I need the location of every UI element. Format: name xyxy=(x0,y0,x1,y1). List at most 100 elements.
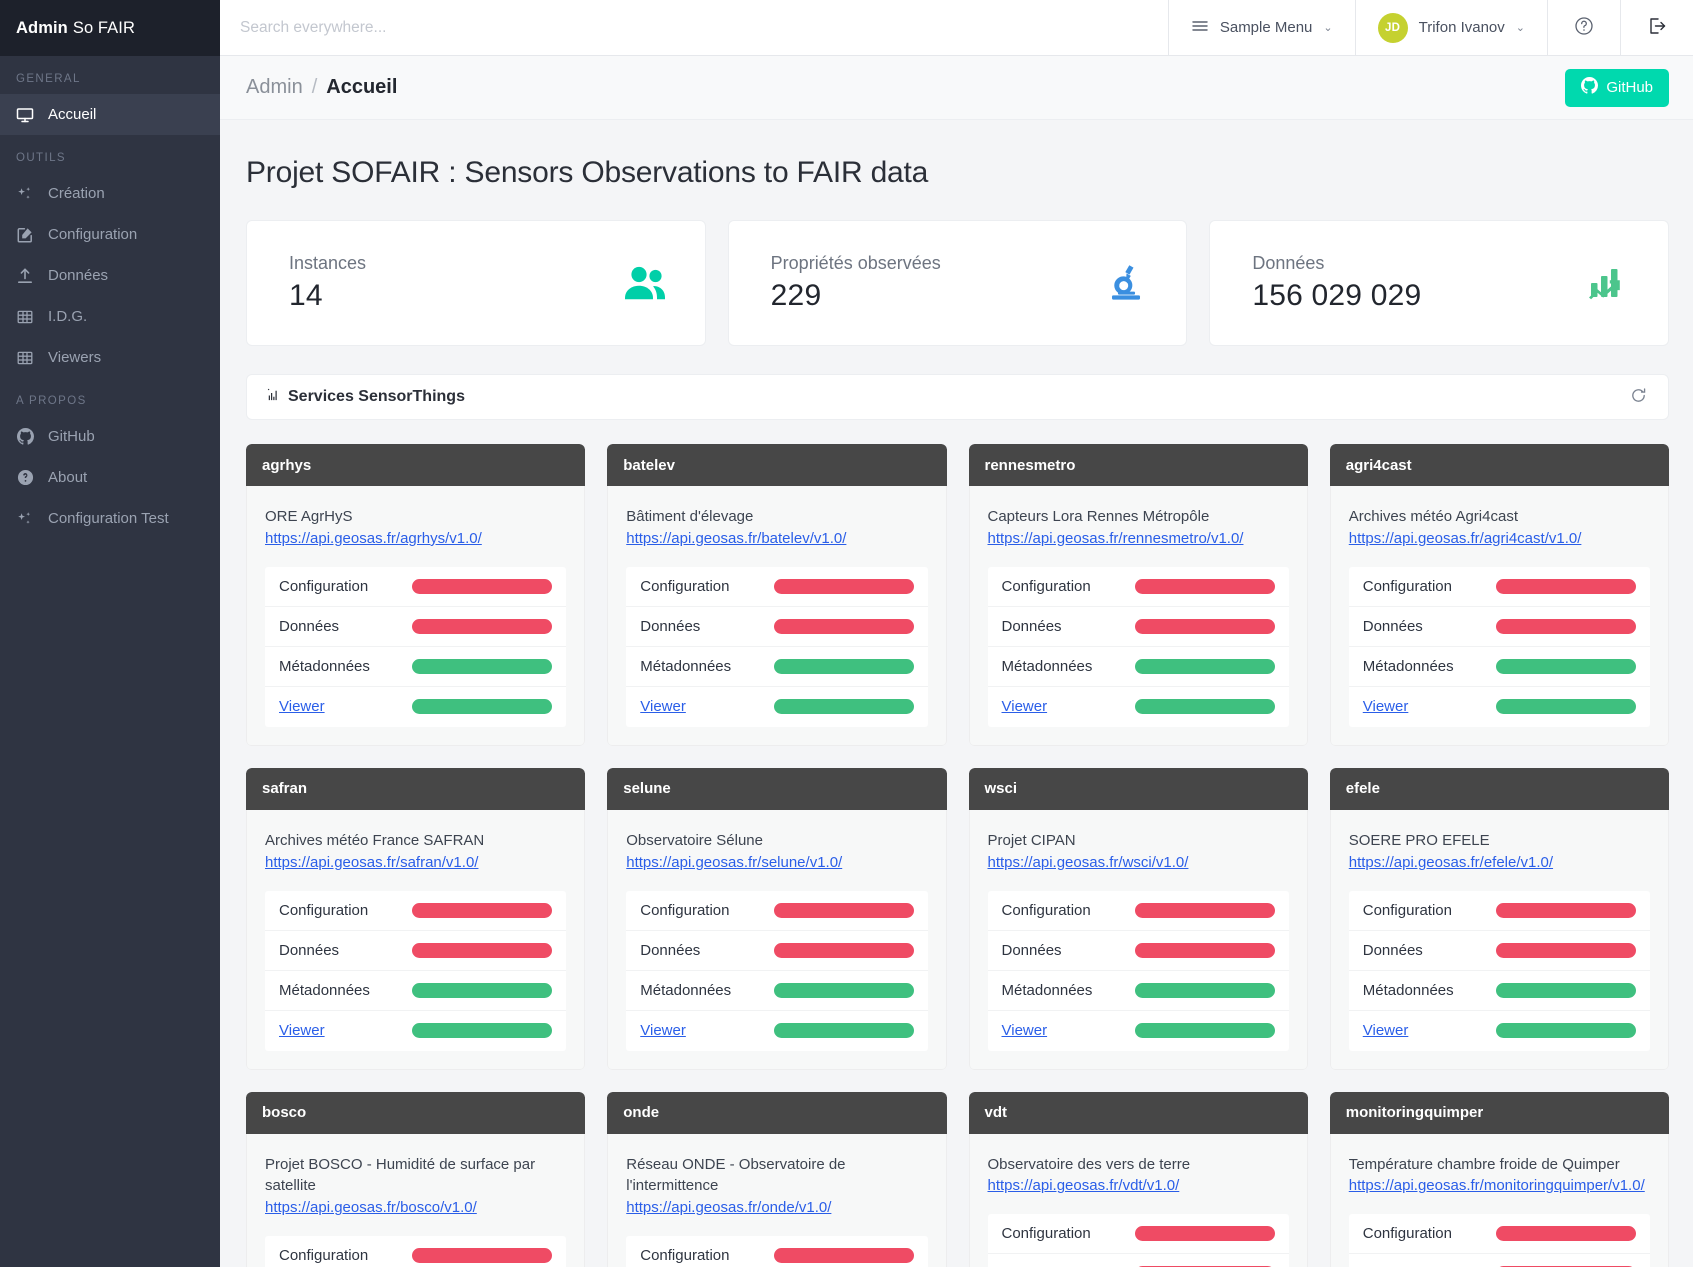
status-row: Données xyxy=(265,931,567,971)
services-panel-header: Services SensorThings xyxy=(246,374,1669,420)
user-menu-button[interactable]: JD Trifon Ivanov ⌄ xyxy=(1354,0,1547,55)
sample-menu-button[interactable]: Sample Menu ⌄ xyxy=(1167,0,1355,55)
upload-icon xyxy=(16,267,34,285)
refresh-button[interactable] xyxy=(1625,382,1652,412)
sidebar-item-configuration[interactable]: Configuration xyxy=(0,214,220,255)
service-card: bosco Projet BOSCO - Humidité de surface … xyxy=(246,1091,586,1267)
status-row: Données xyxy=(1349,1254,1650,1267)
viewer-link[interactable]: Viewer xyxy=(1002,1022,1048,1039)
service-url-link[interactable]: https://api.geosas.fr/bosco/v1.0/ xyxy=(265,1199,477,1216)
service-url-link[interactable]: https://api.geosas.fr/batelev/v1.0/ xyxy=(626,530,846,547)
status-row: Données xyxy=(988,1254,1289,1267)
service-url-link[interactable]: https://api.geosas.fr/monitoringquimper/… xyxy=(1349,1177,1645,1194)
service-card-body: Archives météo France SAFRAN https://api.… xyxy=(246,809,586,1070)
status-bar xyxy=(1134,902,1275,918)
status-row: Données xyxy=(626,931,928,971)
github-icon xyxy=(1581,77,1599,98)
sidebar-item-github[interactable]: GitHub xyxy=(0,416,220,457)
status-label: Métadonnées xyxy=(1362,657,1454,675)
breadcrumb-separator: / xyxy=(311,76,318,98)
service-status-table: Configuration Données Métadonnées Viewer xyxy=(1348,890,1650,1051)
status-bar xyxy=(773,902,914,918)
status-row: Données xyxy=(626,607,928,647)
viewer-link[interactable]: Viewer xyxy=(640,1022,686,1039)
sparkles-icon xyxy=(16,185,34,203)
status-row: Viewer xyxy=(988,687,1289,727)
service-url-link[interactable]: https://api.geosas.fr/selune/v1.0/ xyxy=(626,854,842,871)
status-bar xyxy=(1496,618,1636,634)
service-url-link[interactable]: https://api.geosas.fr/wsci/v1.0/ xyxy=(988,854,1189,871)
service-url-link[interactable]: https://api.geosas.fr/vdt/v1.0/ xyxy=(988,1177,1180,1194)
viewer-link[interactable]: Viewer xyxy=(640,698,686,715)
help-button[interactable] xyxy=(1547,0,1620,55)
status-row: Données xyxy=(987,931,1289,971)
sparkles-icon xyxy=(16,510,34,528)
hamburger-icon xyxy=(1191,17,1209,39)
stat-text: Instances 14 xyxy=(289,253,366,313)
stat-label: Instances xyxy=(289,253,367,273)
sidebar-item-label: Création xyxy=(48,185,105,202)
service-url-link[interactable]: https://api.geosas.fr/agri4cast/v1.0/ xyxy=(1349,530,1582,547)
status-bar xyxy=(1134,618,1275,634)
service-card-body: Capteurs Lora Rennes Métropôle https://ap… xyxy=(968,486,1308,746)
status-bar xyxy=(773,699,914,715)
status-row: Configuration xyxy=(987,891,1289,931)
search-container xyxy=(220,0,1168,55)
bar-chart-up-icon xyxy=(1586,264,1630,302)
status-label: Configuration xyxy=(279,901,369,919)
sidebar-item-viewers[interactable]: Viewers xyxy=(0,337,220,378)
viewer-link[interactable]: Viewer xyxy=(1363,1022,1409,1039)
status-row: Viewer xyxy=(626,687,927,727)
status-row: Données xyxy=(987,607,1289,647)
status-label: Données xyxy=(279,617,340,635)
status-row: Configuration xyxy=(626,891,928,931)
breadcrumb-parent[interactable]: Admin xyxy=(246,76,303,99)
github-button[interactable]: GitHub xyxy=(1565,68,1669,107)
stat-card: Propriétés observées 229 xyxy=(727,220,1188,346)
microscope-icon xyxy=(1104,263,1148,303)
logout-button[interactable] xyxy=(1620,0,1693,55)
viewer-link[interactable]: Viewer xyxy=(1002,698,1048,715)
service-status-table: Configuration Données Métadonnées Viewer xyxy=(1348,566,1650,727)
sidebar-item-donn-es[interactable]: Données xyxy=(0,255,220,296)
sidebar-item-about[interactable]: About xyxy=(0,457,220,498)
service-card-body: Observatoire des vers de terre https://ap… xyxy=(968,1133,1308,1267)
status-row: Métadonnées xyxy=(987,971,1289,1011)
sidebar-item-label: Viewers xyxy=(48,349,102,366)
service-url-link[interactable]: https://api.geosas.fr/safran/v1.0/ xyxy=(265,854,478,871)
status-row: Configuration xyxy=(1348,1214,1650,1255)
service-card: vdt Observatoire des vers de terre https:/… xyxy=(968,1091,1308,1267)
viewer-link[interactable]: Viewer xyxy=(279,698,325,715)
status-label: Configuration xyxy=(640,901,730,919)
search-input[interactable] xyxy=(240,18,1148,37)
status-bar xyxy=(1134,1226,1275,1242)
viewer-link[interactable]: Viewer xyxy=(1363,698,1409,715)
status-label: Configuration xyxy=(1001,1225,1091,1243)
stats-row: Instances 14 Propriétés observées 229 Donnée… xyxy=(246,220,1670,346)
help-circle-icon xyxy=(1574,16,1594,40)
status-label: Métadonnées xyxy=(640,657,732,675)
sidebar-item-accueil[interactable]: Accueil xyxy=(0,94,220,135)
service-url-link[interactable]: https://api.geosas.fr/rennesmetro/v1.0/ xyxy=(988,530,1244,547)
status-bar xyxy=(773,982,914,998)
sidebar-item-i-d-g[interactable]: I.D.G. xyxy=(0,296,220,337)
brand-light: So FAIR xyxy=(72,18,135,37)
status-row: Métadonnées xyxy=(1348,647,1650,687)
service-url-link[interactable]: https://api.geosas.fr/onde/v1.0/ xyxy=(626,1199,831,1216)
brand-logo[interactable]: Admin So FAIR xyxy=(0,0,220,56)
status-bar xyxy=(773,942,914,958)
sensor-icon xyxy=(265,387,280,407)
sidebar-section-label: GENERAL xyxy=(16,73,81,85)
stat-text: Données 156 029 029 xyxy=(1252,253,1421,313)
status-bar xyxy=(773,618,914,634)
service-description: Température chambre froide de Quimper xyxy=(1348,1155,1620,1173)
avatar: JD xyxy=(1377,12,1408,43)
sidebar-item-configuration-test[interactable]: Configuration Test xyxy=(0,498,220,539)
service-card-title: vdt xyxy=(968,1091,1308,1134)
monitor-icon xyxy=(16,106,34,124)
status-bar xyxy=(1134,699,1275,715)
viewer-link[interactable]: Viewer xyxy=(279,1022,325,1039)
service-url-link[interactable]: https://api.geosas.fr/efele/v1.0/ xyxy=(1349,854,1553,871)
service-url-link[interactable]: https://api.geosas.fr/agrhys/v1.0/ xyxy=(265,530,482,547)
sidebar-item-cr-ation[interactable]: Création xyxy=(0,173,220,214)
